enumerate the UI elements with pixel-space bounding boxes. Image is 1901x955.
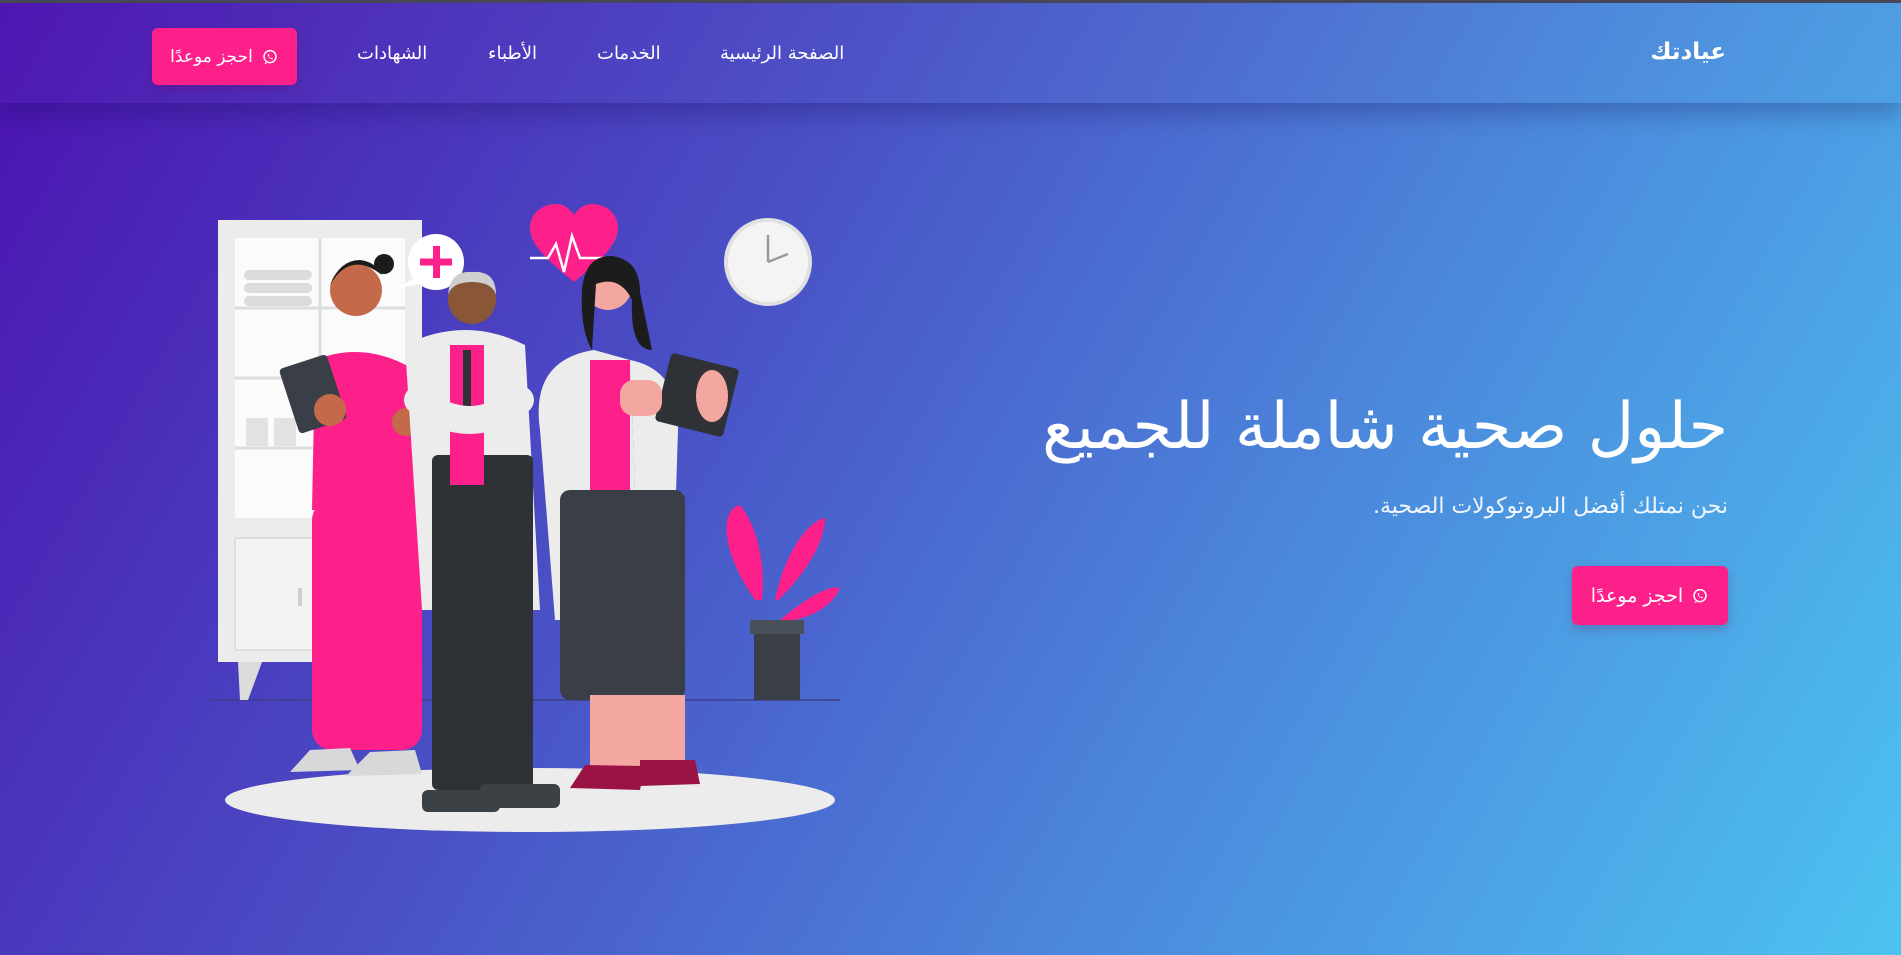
brand-logo[interactable]: عيادتك (1650, 39, 1726, 65)
whatsapp-icon (1693, 588, 1707, 603)
hero-book-appointment-label: احجز موعدًا (1590, 584, 1684, 607)
nav-link-testimonials[interactable]: الشهادات (357, 43, 427, 64)
hero-subtitle: نحن نمتلك أفضل البروتوكولات الصحية. (1372, 494, 1728, 519)
navbar: عيادتك الصفحة الرئيسية الخدمات الأطباء ا… (0, 3, 1901, 103)
hero-book-appointment-button[interactable]: احجز موعدًا (1572, 566, 1728, 625)
hero-title: حلول صحية شاملة للجميع (1042, 390, 1729, 464)
book-appointment-label: احجز موعدًا (170, 46, 253, 67)
doctors-team-illustration (210, 204, 840, 832)
nav-link-doctors[interactable]: الأطباء (488, 43, 537, 64)
nav-link-services[interactable]: الخدمات (597, 43, 661, 64)
whatsapp-icon (263, 49, 277, 64)
book-appointment-button[interactable]: احجز موعدًا (152, 28, 297, 85)
nav-link-home[interactable]: الصفحة الرئيسية (720, 43, 844, 64)
